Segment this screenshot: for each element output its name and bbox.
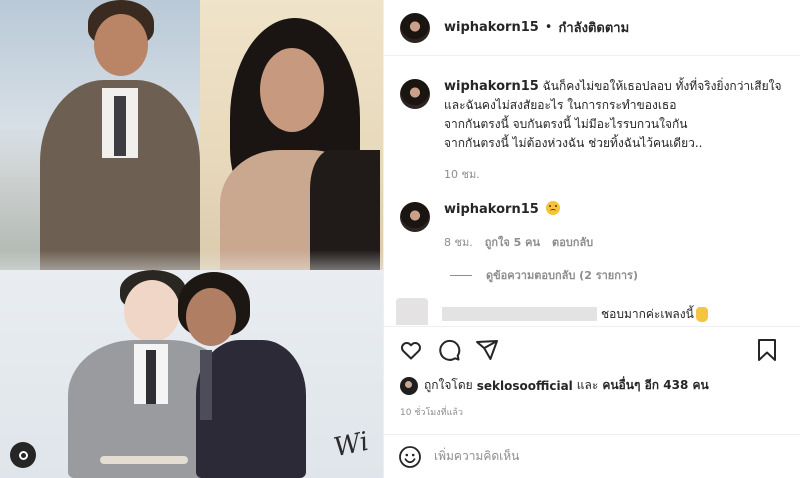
username-link[interactable]: wiphakorn15 <box>444 20 539 35</box>
blurred-username[interactable] <box>442 307 597 321</box>
comment-input[interactable]: เพิ่มความคิดเห็น <box>434 447 519 466</box>
heart-icon <box>401 341 421 359</box>
comments-list[interactable]: wiphakorn15 ฉันก็คงไม่ขอให้เธอปลอบ ทั้งท… <box>384 57 800 325</box>
emoji-icon[interactable] <box>398 445 422 469</box>
photo-top-left <box>0 0 210 285</box>
comment: ชอบมากค่ะเพลงนี้ <box>384 298 800 325</box>
caption-line: ฉันก็คงไม่ขอให้เธอปลอบ ทั้งที่จริงยิ่งกว… <box>542 79 782 93</box>
username-link[interactable]: wiphakorn15 <box>444 79 539 94</box>
save-button[interactable] <box>754 337 780 363</box>
comment-button[interactable] <box>436 337 462 363</box>
sad-face-emoji-icon <box>545 201 560 215</box>
likes-prefix: ถูกใจโดย <box>424 378 473 392</box>
reply-button[interactable]: ตอบกลับ <box>552 233 593 252</box>
avatar[interactable] <box>400 79 430 109</box>
caption-line: และฉันคงไม่สงสัยอะไร ในการกระทำของเธอ <box>444 98 677 112</box>
comment-text: ชอบมากค่ะเพลงนี้ <box>601 306 694 321</box>
caption-line: จากกันตรงนี้ ไม่ต้องห่วงฉัน ช่วยทิ้งฉันไ… <box>444 136 703 150</box>
comment-likes[interactable]: ถูกใจ 5 คน <box>485 233 540 252</box>
caption-time[interactable]: 10 ชม. <box>444 165 480 184</box>
liker-username-link[interactable]: seklosoofficial <box>477 379 573 393</box>
likes-and: และ <box>576 378 599 392</box>
view-replies-label: ดูข้อความตอบกลับ (2 รายการ) <box>486 269 638 282</box>
likes-others-link[interactable]: คนอื่นๆ อีก 438 คน <box>602 376 708 395</box>
avatar[interactable] <box>400 12 430 43</box>
avatar[interactable] <box>400 202 430 232</box>
user-tag-icon[interactable] <box>10 442 36 468</box>
comment: wiphakorn15 8 ชม. ถูกใจ 5 คน ตอบกลับ <box>384 200 800 252</box>
likes-summary: ถูกใจโดย seklosoofficial และ คนอื่นๆ อีก… <box>400 376 792 395</box>
add-comment-bar: เพิ่มความคิดเห็น <box>384 434 800 478</box>
photo-top-right <box>200 0 383 285</box>
post-timestamp[interactable]: 10 ชั่วโมงที่แล้ว <box>400 405 463 419</box>
username-link[interactable]: wiphakorn15 <box>444 202 539 217</box>
comment-icon <box>439 339 461 361</box>
post-panel: wiphakorn15 • กำลังติดตาม wiphakorn15 ฉั… <box>383 0 800 478</box>
bookmark-icon <box>758 338 776 361</box>
caption: wiphakorn15 ฉันก็คงไม่ขอให้เธอปลอบ ทั้งท… <box>384 77 800 184</box>
post-image[interactable]: Wi <box>0 0 383 478</box>
action-bar <box>384 326 800 372</box>
liker-avatar[interactable] <box>400 376 418 395</box>
hand-emoji-icon <box>695 306 708 322</box>
divider <box>450 274 472 276</box>
following-button[interactable]: กำลังติดตาม <box>558 17 629 38</box>
view-replies-button[interactable]: ดูข้อความตอบกลับ (2 รายการ) <box>450 266 800 284</box>
caption-line: จากกันตรงนี้ จบกันตรงนี้ ไม่มีอะไรรบกวนใ… <box>444 117 688 131</box>
send-icon <box>476 339 498 360</box>
comment-time[interactable]: 8 ชม. <box>444 233 473 252</box>
share-button[interactable] <box>474 337 500 363</box>
separator-dot: • <box>544 20 553 35</box>
post-header: wiphakorn15 • กำลังติดตาม <box>384 0 800 56</box>
photo-bottom <box>0 270 383 478</box>
avatar[interactable] <box>396 298 428 325</box>
like-button[interactable] <box>398 337 424 363</box>
